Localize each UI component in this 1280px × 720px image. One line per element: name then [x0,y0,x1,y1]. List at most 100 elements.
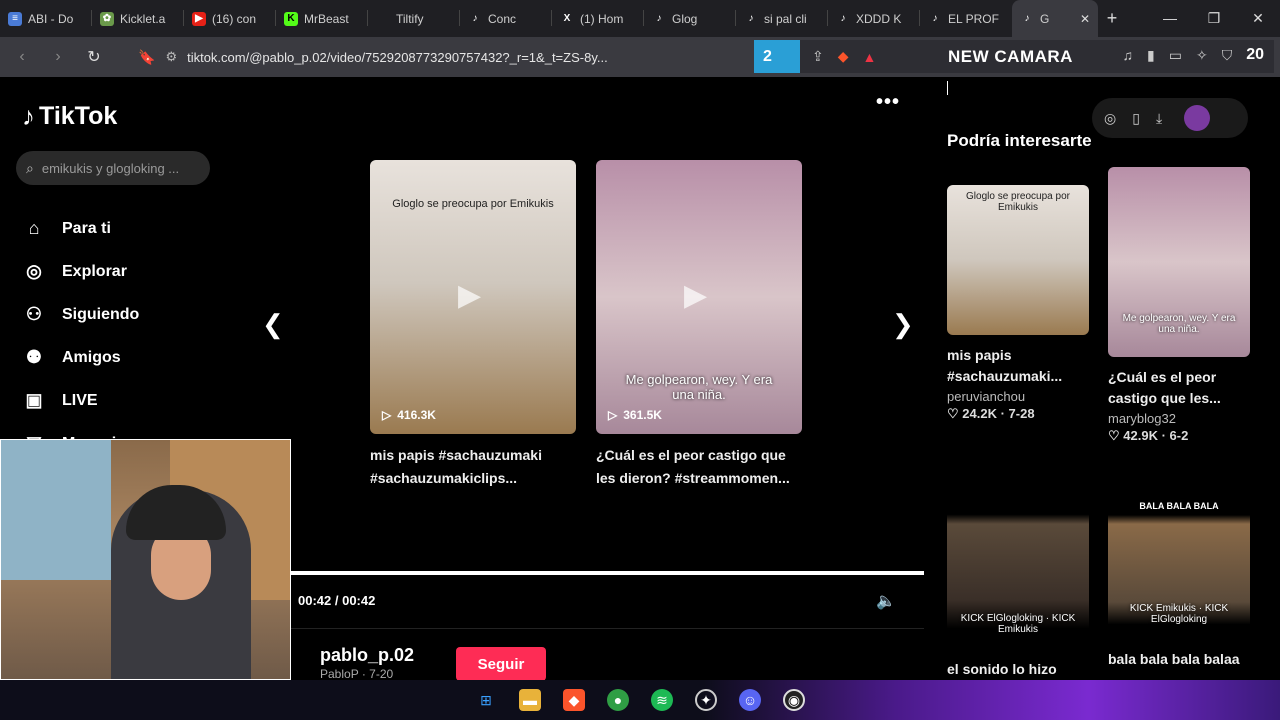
minimize-icon[interactable]: — [1148,10,1192,27]
x-icon: X [563,13,571,24]
shield-icon[interactable]: ⛉ [1222,47,1233,64]
wallet-icon[interactable]: ▭ [1169,47,1182,64]
tiltify-icon [376,12,390,26]
sidebar-item-label: LIVE [62,391,98,409]
rewards-icon[interactable]: ▲ [863,49,877,65]
video-title[interactable]: bala bala bala balaa [1108,651,1250,667]
tiktok-icon: ♪ [932,13,938,24]
author-name[interactable]: pablo_p.02 [320,645,414,666]
brave-icon[interactable]: ◆ [563,689,585,711]
maximize-icon[interactable]: ❐ [1192,10,1236,27]
sidebar-icon[interactable]: ▮ [1147,47,1155,64]
tab-tiktok-elprof[interactable]: ♪ EL PROF [920,0,1012,37]
coin-icon[interactable]: ◎ [1104,110,1116,127]
live-icon: ▣ [25,390,43,410]
tab-label: Tiltify [396,11,424,26]
video-thumbnail[interactable]: ▶ Me golpearon, wey. Y era una niña. ▷ 36… [596,160,802,434]
spotify-icon[interactable]: ≋ [651,689,673,711]
forward-icon[interactable]: › [44,48,72,66]
site-settings-icon[interactable]: ⚙ [165,49,177,65]
sidebar-nav: ⌂ Para ti ◎ Explorar ⚇ Siguiendo ⚉ Amigos ▣ L… [22,207,139,465]
extensions-icon[interactable]: ✧ [1196,47,1208,64]
tab-youtube[interactable]: ▶ (16) con [184,0,276,37]
reload-icon[interactable]: ↻ [80,47,108,67]
video-title[interactable]: el sonido lo hizo [947,661,1089,677]
sidebar-item-amigos[interactable]: ⚉ Amigos [22,336,139,379]
folder-icon[interactable]: ▬ [519,689,541,711]
tab-kick[interactable]: K MrBeast [276,0,368,37]
docs-icon: ≡ [8,11,22,26]
suggested-video[interactable]: Gloglo se preocupa por Emikukis mis papi… [947,185,1089,422]
video-description[interactable]: mis papis #sachauzumaki #sachauzumakicli… [370,444,576,490]
overlay-counter: 20 [1246,46,1264,63]
home-icon: ⌂ [28,218,40,238]
new-tab-button[interactable]: + [1098,8,1126,29]
video-title[interactable]: ¿Cuál es el peor castigo que les... [1108,367,1250,409]
share-icon[interactable]: ⇪ [812,48,824,65]
bookmark-icon[interactable]: 🔖 [138,49,155,66]
thumbnail-caption: Gloglo se preocupa por Emikukis [392,198,554,210]
close-window-icon[interactable]: ✕ [1236,10,1280,27]
music-icon[interactable]: ♫ [1123,47,1134,63]
discord-icon[interactable]: ☺ [739,689,761,711]
tab-label: XDDD K [856,11,902,26]
chrome-icon[interactable]: ● [607,689,629,711]
search-input[interactable] [41,160,192,176]
tiktok-icon: ♪ [748,13,754,24]
tab-tiktok-conc[interactable]: ♪ Conc [460,0,552,37]
play-icon: ▶ [458,279,482,312]
tab-tiktok-glog[interactable]: ♪ Glog [644,0,736,37]
sidebar-item-live[interactable]: ▣ LIVE [22,379,139,422]
sidebar-item-siguiendo[interactable]: ⚇ Siguiendo [22,293,139,336]
download-icon[interactable]: ⤓ [1156,110,1162,127]
suggested-video[interactable]: KICK ElGlogloking · KICK Emikukis el son… [947,467,1089,677]
video-thumbnail[interactable]: BALA BALA BALA KICK Emikukis · KICK ElGl… [1108,497,1250,647]
back-icon[interactable]: ‹ [8,48,36,66]
follow-button[interactable]: Seguir [456,647,546,681]
desc-line: les dieron? #streammomen... [596,470,790,486]
desc-line: mis papis #sachauzumaki [370,447,542,463]
windows-icon[interactable]: ⊞ [475,689,497,711]
video-description[interactable]: ¿Cuál es el peor castigo que les dieron?… [596,444,802,490]
video-thumbnail[interactable]: Me golpearon, wey. Y era una niña. [1108,167,1250,357]
video-user[interactable]: peruvianchou [947,389,1089,404]
tab-x-home[interactable]: X (1) Hom [552,0,644,37]
kick-icon: K [284,11,298,26]
video-user[interactable]: maryblog32 [1108,411,1250,426]
tiktok-logo-icon: ♪ [22,101,35,131]
suggested-video[interactable]: BALA BALA BALA KICK Emikukis · KICK ElGl… [1108,497,1250,667]
app-icon[interactable]: ✦ [695,689,717,711]
tab-kicklet[interactable]: ✿ Kicklet.a [92,0,184,37]
tiktok-logo[interactable]: ♪ TikTok [22,101,117,132]
tab-label: EL PROF [948,11,999,26]
carousel-card[interactable]: ▶ Me golpearon, wey. Y era una niña. ▷ 36… [596,160,802,490]
sidebar-item-explorar[interactable]: ◎ Explorar [22,250,139,293]
friends-icon: ⚉ [25,347,43,367]
tab-docs[interactable]: ≡ ABI - Do [0,0,92,37]
video-thumbnail[interactable]: Gloglo se preocupa por Emikukis ▶ ▷ 416.3… [370,160,576,434]
tab-tiktok-xddd[interactable]: ♪ XDDD K [828,0,920,37]
thumbnail-subtitle: Me golpearon, wey. Y era una niña. [625,372,773,402]
video-title[interactable]: mis papis #sachauzumaki... [947,345,1089,387]
search-box[interactable]: ⌕ [16,151,210,185]
avatar[interactable] [1184,105,1211,131]
brave-shield-icon[interactable]: ◆ [838,48,849,65]
obs-icon[interactable]: ◉ [783,689,805,711]
tab-tiltify[interactable]: Tiltify [368,0,460,37]
more-options-icon[interactable]: ••• [876,91,900,114]
video-progress-bar[interactable] [291,571,924,575]
carousel-next-icon[interactable]: ❯ [892,309,914,340]
suggested-video[interactable]: Me golpearon, wey. Y era una niña. ¿Cuál… [1108,167,1250,444]
tab-active[interactable]: ♪ G ✕ [1012,0,1098,37]
device-icon[interactable]: ▯ [1132,110,1140,127]
close-tab-icon[interactable]: ✕ [1080,12,1090,26]
url-field[interactable]: ⚙ tiktok.com/@pablo_p.02/video/752920877… [165,42,665,72]
sidebar-item-para-ti[interactable]: ⌂ Para ti [22,207,139,250]
video-thumbnail[interactable]: Gloglo se preocupa por Emikukis [947,185,1089,335]
tab-tiktok-sipal[interactable]: ♪ si pal cli [736,0,828,37]
volume-icon[interactable]: 🔈 [876,591,896,611]
carousel-prev-icon[interactable]: ❮ [262,309,284,340]
video-thumbnail[interactable]: KICK ElGlogloking · KICK Emikukis [947,467,1089,657]
carousel-card[interactable]: Gloglo se preocupa por Emikukis ▶ ▷ 416.3… [370,160,576,490]
sidebar-item-label: Para ti [62,219,111,237]
